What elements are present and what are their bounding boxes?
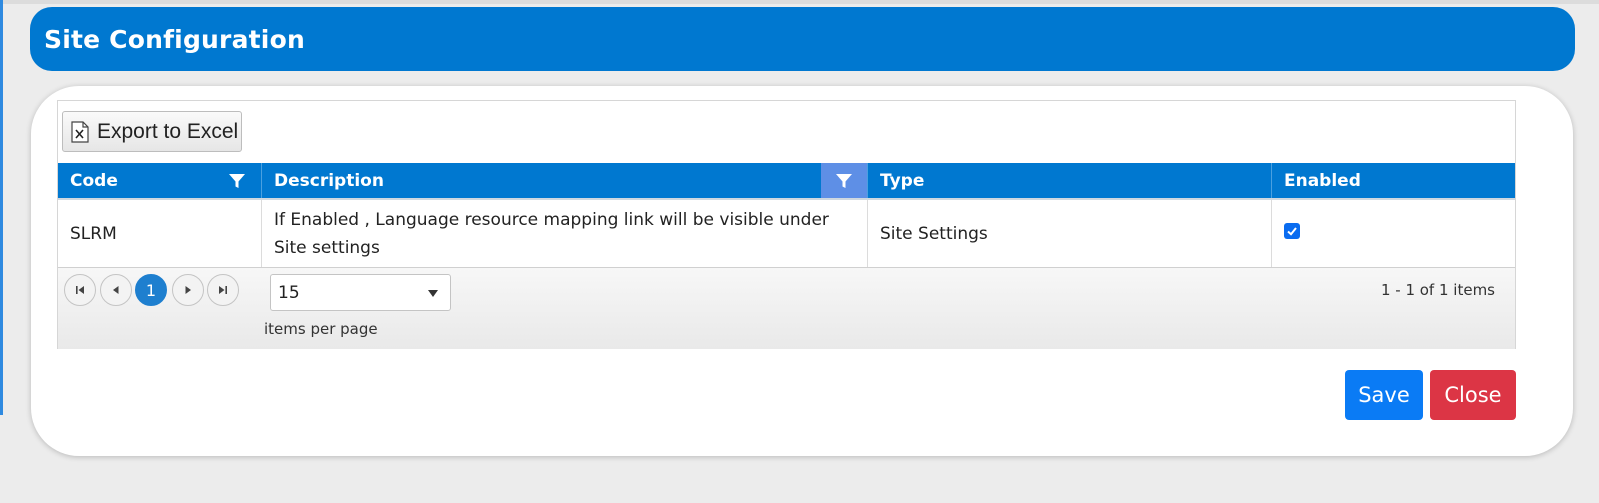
previous-page-button[interactable] xyxy=(100,274,132,306)
column-header-enabled[interactable]: Enabled xyxy=(1272,163,1516,198)
page-size-select[interactable]: 15 xyxy=(270,274,451,311)
chevron-down-icon xyxy=(428,290,438,297)
cell-type: Site Settings xyxy=(868,200,1272,267)
grid-toolbar: Export to Excel xyxy=(58,101,1515,163)
page-size-value: 15 xyxy=(278,282,300,303)
page-title: Site Configuration xyxy=(44,24,305,54)
column-header-type[interactable]: Type xyxy=(868,163,1272,198)
close-button[interactable]: Close xyxy=(1430,370,1516,420)
grid-header: Code Description Type Enabled xyxy=(58,163,1515,198)
checkmark-icon xyxy=(1287,226,1297,236)
filter-icon[interactable] xyxy=(227,171,247,191)
left-edge-bar xyxy=(0,0,3,415)
config-grid: Export to Excel Code Description Type En… xyxy=(57,100,1516,349)
save-button[interactable]: Save xyxy=(1345,370,1423,420)
next-page-button[interactable] xyxy=(172,274,204,306)
last-page-icon xyxy=(219,286,227,294)
cell-enabled xyxy=(1272,200,1516,267)
first-page-icon xyxy=(76,286,84,294)
current-page-indicator[interactable]: 1 xyxy=(135,274,167,306)
next-page-icon xyxy=(185,286,191,294)
export-label: Export to Excel xyxy=(97,119,239,143)
column-header-description[interactable]: Description xyxy=(262,163,868,198)
enabled-checkbox[interactable] xyxy=(1284,222,1300,239)
last-page-button[interactable] xyxy=(207,274,239,306)
excel-icon xyxy=(71,120,89,143)
pager-info: 1 - 1 of 1 items xyxy=(1380,281,1495,299)
cell-code: SLRM xyxy=(58,200,262,267)
top-strip xyxy=(0,0,1599,4)
table-row[interactable]: SLRM If Enabled , Language resource mapp… xyxy=(58,198,1515,267)
column-header-code[interactable]: Code xyxy=(58,163,262,198)
filter-icon xyxy=(836,173,852,188)
items-per-page-label: items per page xyxy=(264,320,378,338)
grid-pager: 1 15 items per page 1 - 1 of 1 items xyxy=(58,267,1515,349)
export-to-excel-button[interactable]: Export to Excel xyxy=(62,111,242,152)
first-page-button[interactable] xyxy=(64,274,96,306)
page-header: Site Configuration xyxy=(30,7,1575,71)
filter-active-button[interactable] xyxy=(821,163,867,198)
cell-description: If Enabled , Language resource mapping l… xyxy=(262,200,868,267)
previous-page-icon xyxy=(113,286,119,294)
